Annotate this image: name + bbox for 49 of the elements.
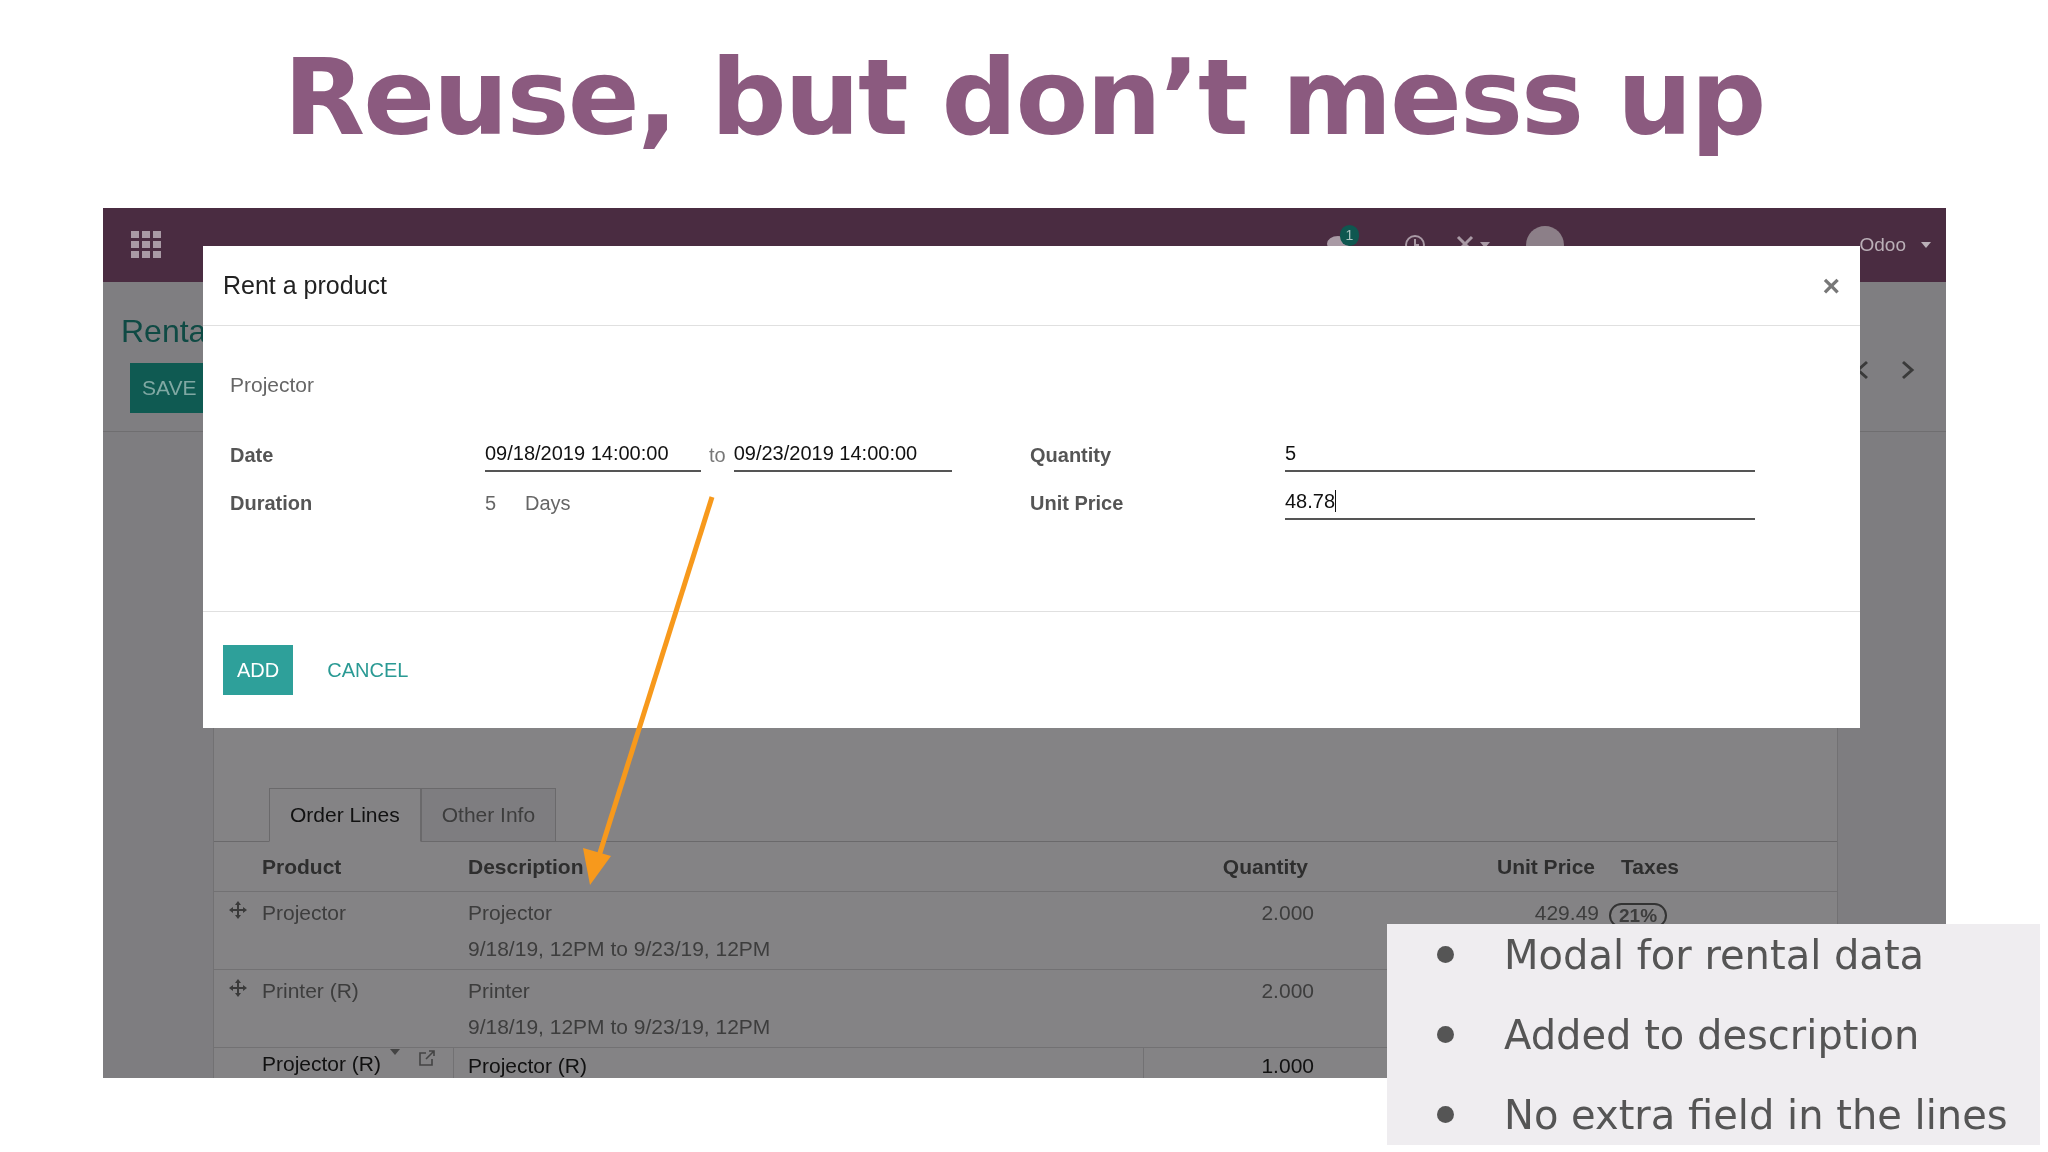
next-icon[interactable] bbox=[1901, 360, 1915, 380]
move-handle-icon[interactable] bbox=[228, 978, 248, 998]
caret-icon[interactable] bbox=[389, 1048, 402, 1056]
input-field[interactable]: 09/23/2019 14:00:00 bbox=[733, 437, 952, 472]
description-line: Printer bbox=[468, 978, 531, 1004]
apps-grid-icon[interactable] bbox=[131, 231, 161, 259]
description-line: Projector bbox=[468, 900, 554, 926]
duration-unit: Days bbox=[525, 490, 571, 516]
bullet-text: Added to description bbox=[1504, 1010, 1920, 1060]
quantity-cell-text: 1.000 bbox=[1261, 1052, 1314, 1078]
quantity-cell-text: 2.000 bbox=[1261, 900, 1314, 926]
separator-text: to bbox=[709, 442, 726, 468]
input-field[interactable]: 5 bbox=[1285, 437, 1755, 472]
unit-price-cell-text: 429.49 bbox=[1534, 900, 1599, 926]
message-count-badge: 1 bbox=[1339, 225, 1360, 246]
company-switcher[interactable]: Odoo bbox=[1859, 230, 1906, 260]
column-header[interactable]: Product bbox=[262, 850, 454, 883]
description-line: 9/18/19, 12PM to 9/23/19, 12PM bbox=[468, 935, 772, 962]
column-header[interactable]: Unit Price bbox=[1308, 850, 1595, 883]
bullet-text: Modal for rental data bbox=[1504, 930, 1925, 980]
breadcrumb[interactable]: Renta bbox=[121, 307, 207, 355]
product-cell-text: Projector bbox=[262, 900, 347, 926]
field-label: Quantity bbox=[1030, 442, 1113, 468]
external-link-icon[interactable] bbox=[417, 1048, 438, 1068]
caret-icon[interactable] bbox=[1920, 241, 1932, 249]
input-field[interactable]: 48.78 bbox=[1285, 485, 1755, 520]
duration-value: 5 bbox=[485, 490, 498, 516]
product-cell-text: Projector (R) bbox=[262, 1051, 382, 1077]
quantity-cell-text: 2.000 bbox=[1261, 978, 1314, 1004]
field-label: Duration bbox=[230, 490, 314, 516]
column-header[interactable]: Taxes bbox=[1595, 850, 1679, 883]
tab[interactable]: Order Lines bbox=[269, 788, 421, 842]
move-handle-icon[interactable] bbox=[228, 900, 248, 920]
modal-title: Rent a product bbox=[223, 269, 387, 301]
description-line: 9/18/19, 12PM to 9/23/19, 12PM bbox=[468, 1013, 772, 1040]
bullet-text: No extra field in the lines bbox=[1504, 1090, 2008, 1140]
product-name: Projector bbox=[230, 373, 315, 396]
slide-title: Reuse, but don’t mess up bbox=[283, 34, 1765, 161]
input-field[interactable]: 09/18/2019 14:00:00 bbox=[485, 437, 701, 472]
field-label: Date bbox=[230, 442, 275, 468]
description-line: Projector (R) bbox=[468, 1052, 589, 1078]
product-cell-text: Printer (R) bbox=[262, 978, 359, 1004]
tab[interactable]: Other Info bbox=[420, 788, 557, 842]
add-button[interactable]: ADD bbox=[223, 645, 294, 695]
field-label: Unit Price bbox=[1030, 490, 1125, 516]
cancel-button[interactable]: CANCEL bbox=[313, 645, 423, 695]
column-header[interactable]: Quantity bbox=[1144, 850, 1308, 883]
column-header[interactable]: Description bbox=[454, 850, 1144, 883]
close-button[interactable]: × bbox=[1822, 270, 1840, 301]
